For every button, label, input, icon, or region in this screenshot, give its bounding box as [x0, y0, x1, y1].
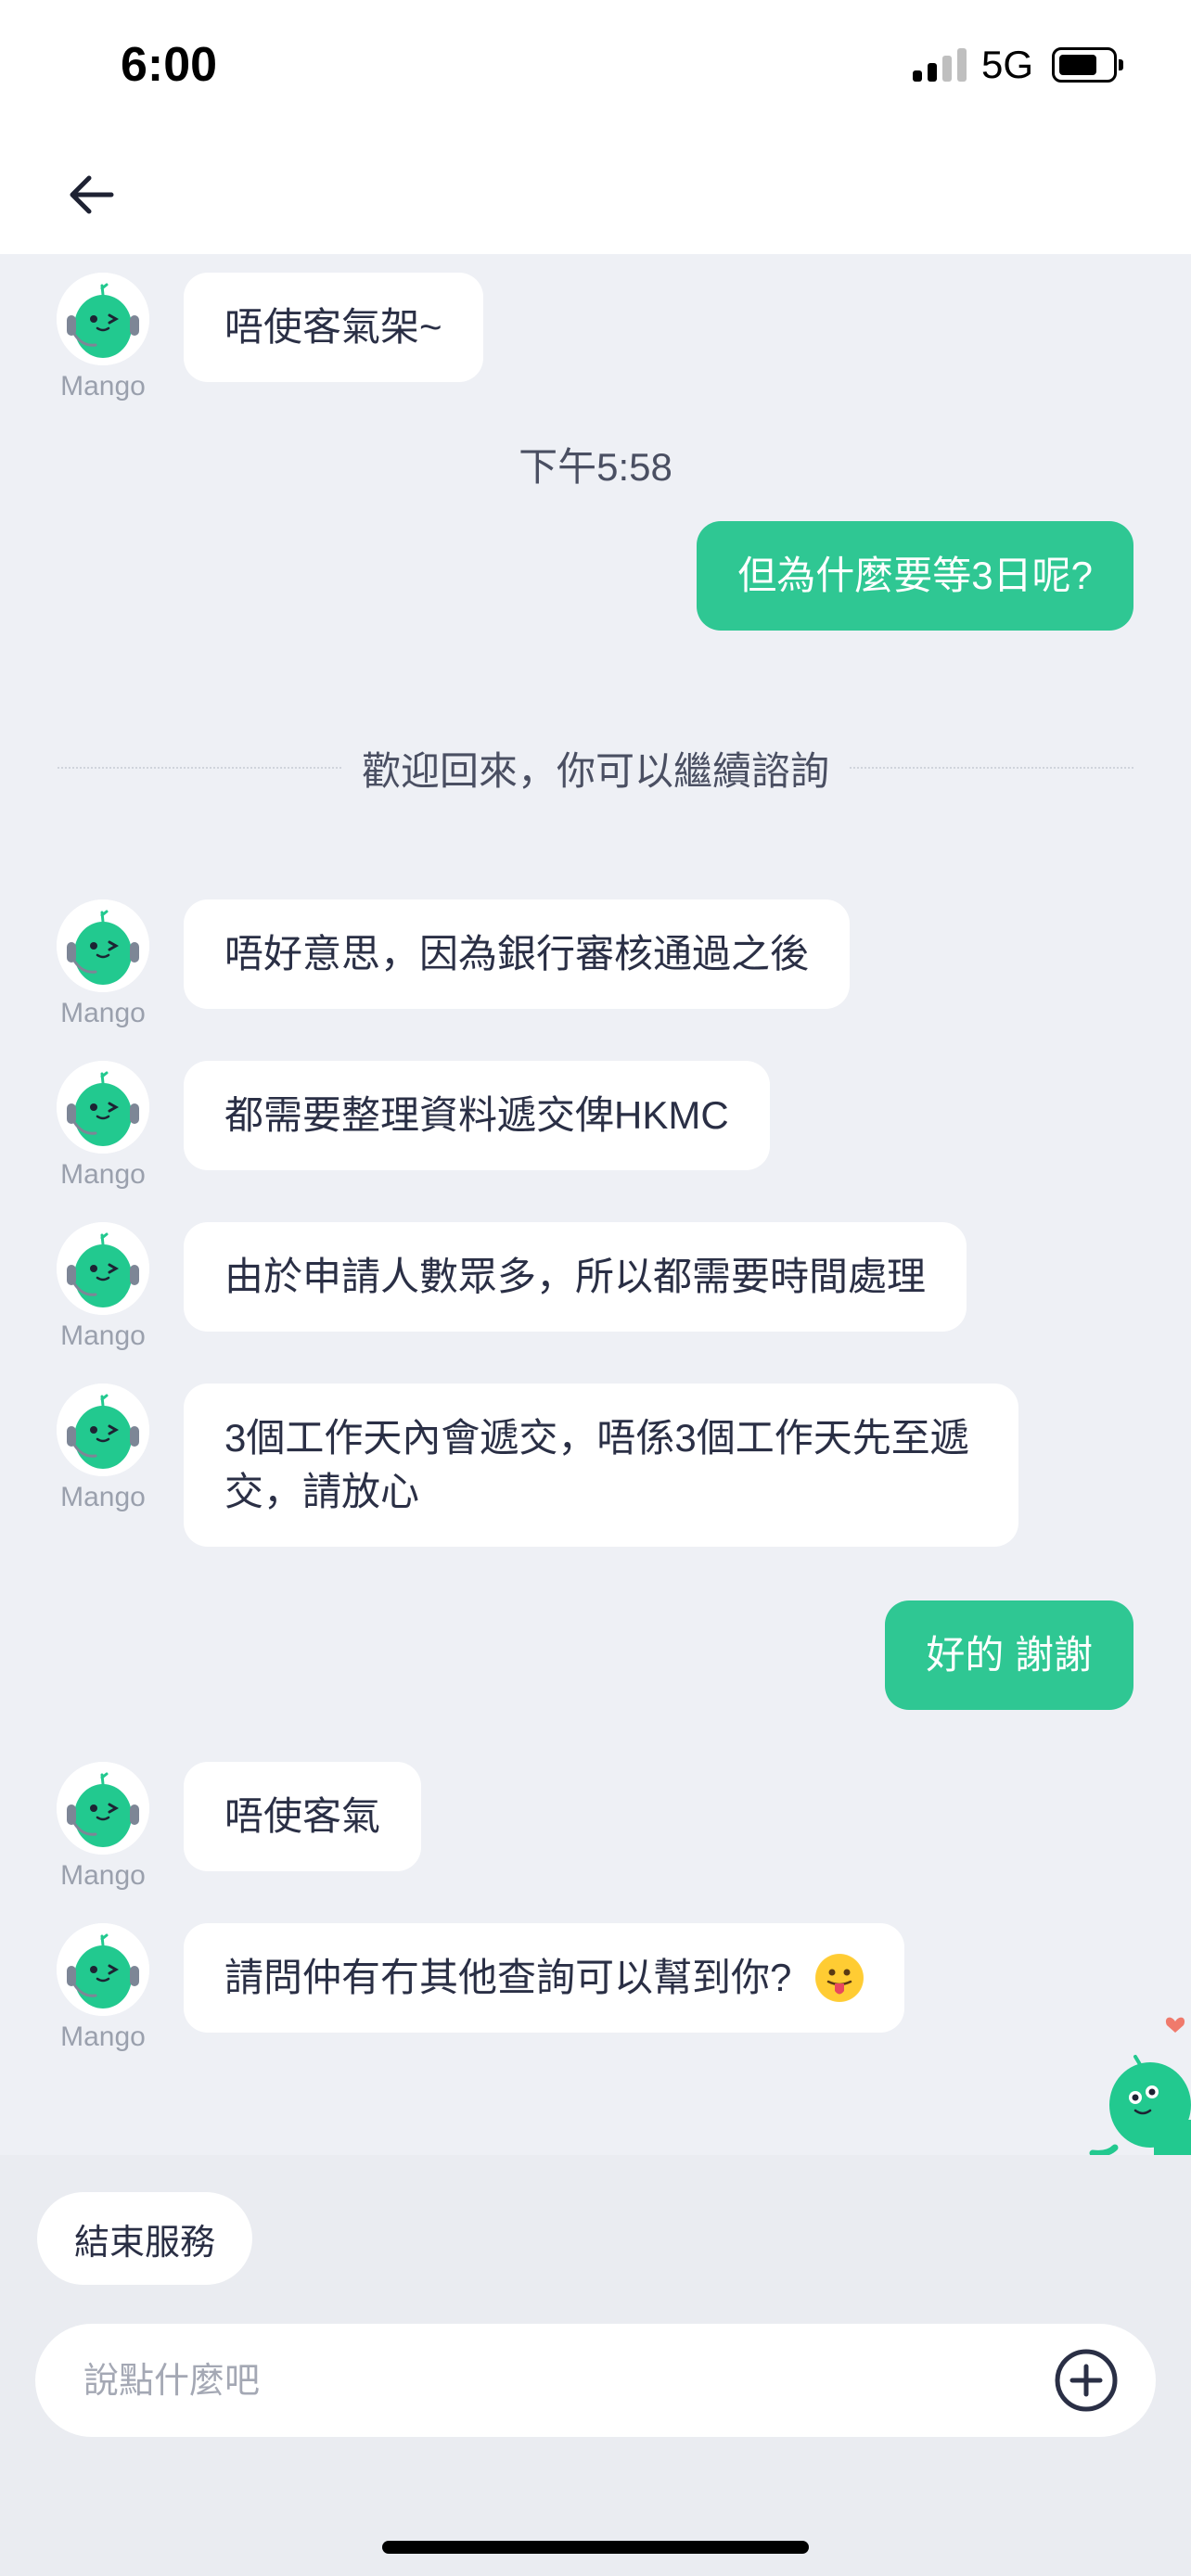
divider-line-left	[58, 767, 341, 769]
bot-message-bubble: 3個工作天內會遞交，唔係3個工作天先至遞交，請放心	[184, 1384, 1018, 1547]
status-indicators: 5G	[912, 43, 1123, 87]
bot-name-label: Mango	[60, 1860, 146, 1891]
bot-avatar-icon[interactable]	[57, 1384, 149, 1476]
bot-avatar-block: Mango	[56, 1061, 150, 1191]
bot-name-label: Mango	[60, 371, 146, 402]
divider-line-right	[850, 767, 1134, 769]
end-service-button[interactable]: 結束服務	[37, 2192, 253, 2285]
bot-avatar-block: Mango	[56, 899, 150, 1029]
bot-avatar-icon[interactable]	[57, 1923, 149, 2016]
back-button[interactable]	[58, 161, 124, 228]
bot-name-label: Mango	[60, 1159, 146, 1190]
system-notice-text: 歡迎回來，你可以繼續諮詢	[362, 748, 830, 793]
bot-name-label: Mango	[60, 2021, 146, 2052]
bot-avatar-block: Mango	[56, 273, 150, 402]
bottom-panel: 結束服務	[0, 2155, 1191, 2576]
mascot-icon[interactable]	[1089, 2009, 1191, 2157]
message-input[interactable]	[82, 2324, 1031, 2439]
add-circle-icon[interactable]	[1054, 2348, 1119, 2413]
bot-avatar-icon[interactable]	[57, 1222, 149, 1315]
tongue-emoji-icon	[815, 1953, 864, 2002]
bot-name-label: Mango	[60, 1482, 146, 1512]
bot-name-label: Mango	[60, 1320, 146, 1351]
bot-avatar-block: Mango	[56, 1222, 150, 1352]
nav-bar	[0, 135, 1191, 254]
signal-icon	[912, 48, 967, 82]
bot-avatar-block: Mango	[56, 1384, 150, 1513]
bot-avatar-icon[interactable]	[57, 899, 149, 992]
bot-message-bubble: 由於申請人數眾多，所以都需要時間處理	[184, 1222, 967, 1332]
chat-timestamp: 下午5:58	[519, 445, 672, 489]
home-indicator	[382, 2541, 809, 2554]
bot-message-bubble: 都需要整理資料遞交俾HKMC	[184, 1061, 770, 1170]
bot-message-bubble: 請問仲有冇其他查詢可以幫到你?	[184, 1923, 905, 2033]
message-input-bar	[35, 2324, 1156, 2439]
status-bar: 6:00 5G	[0, 0, 1191, 135]
back-arrow-icon	[70, 175, 114, 214]
user-message-bubble: 但為什麼要等3日呢?	[697, 521, 1133, 631]
bot-message-text: 請問仲有冇其他查詢可以幫到你?	[224, 1956, 792, 1999]
bot-name-label: Mango	[60, 998, 146, 1028]
bot-message-bubble: 唔使客氣架~	[184, 273, 483, 382]
bot-avatar-icon[interactable]	[57, 1061, 149, 1154]
chat-area[interactable]: Mango 唔使客氣架~ 下午5:58 但為什麼要等3日呢? 歡迎回來，你可以繼…	[0, 254, 1191, 2157]
system-notice: 歡迎回來，你可以繼續諮詢	[58, 740, 1134, 796]
user-message-bubble: 好的 謝謝	[885, 1600, 1133, 1710]
battery-icon	[1052, 47, 1123, 83]
bot-message-bubble: 唔使客氣	[184, 1762, 422, 1871]
bot-avatar-icon[interactable]	[57, 1762, 149, 1855]
bot-message-bubble: 唔好意思，因為銀行審核通過之後	[184, 899, 851, 1009]
bot-avatar-block: Mango	[56, 1923, 150, 2053]
status-time: 6:00	[121, 38, 218, 92]
bot-avatar-block: Mango	[56, 1762, 150, 1892]
network-label: 5G	[980, 43, 1033, 86]
bot-avatar-icon[interactable]	[57, 273, 149, 365]
